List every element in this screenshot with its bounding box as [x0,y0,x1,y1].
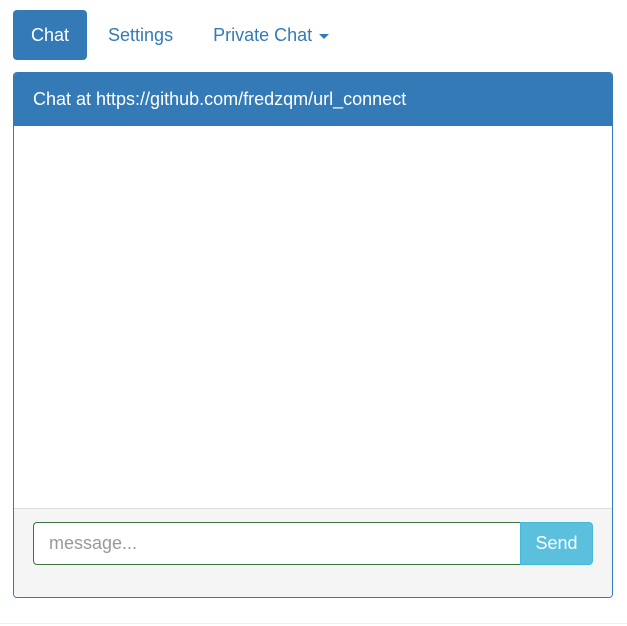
page: Chat Settings Private Chat Chat at https… [0,0,627,626]
panel-heading: Chat at https://github.com/fredzqm/url_c… [14,73,612,126]
nav-tabs: Chat Settings Private Chat [13,10,347,60]
tab-settings-label: Settings [108,24,174,45]
send-button[interactable]: Send [520,522,593,565]
message-input-group: Send [33,522,593,565]
message-input[interactable] [33,522,520,565]
chat-panel: Chat at https://github.com/fredzqm/url_c… [13,72,613,598]
tab-chat[interactable]: Chat [13,10,88,60]
tab-private-chat-dropdown[interactable]: Private Chat [195,10,347,60]
tab-private-chat-label: Private Chat [213,24,313,45]
panel-footer: Send [14,509,612,597]
divider [0,623,627,624]
panel-title: Chat at https://github.com/fredzqm/url_c… [33,89,407,109]
caret-down-icon [319,33,330,39]
tab-chat-label: Chat [31,24,70,45]
chat-messages-area [14,126,612,509]
tab-settings[interactable]: Settings [90,10,191,60]
